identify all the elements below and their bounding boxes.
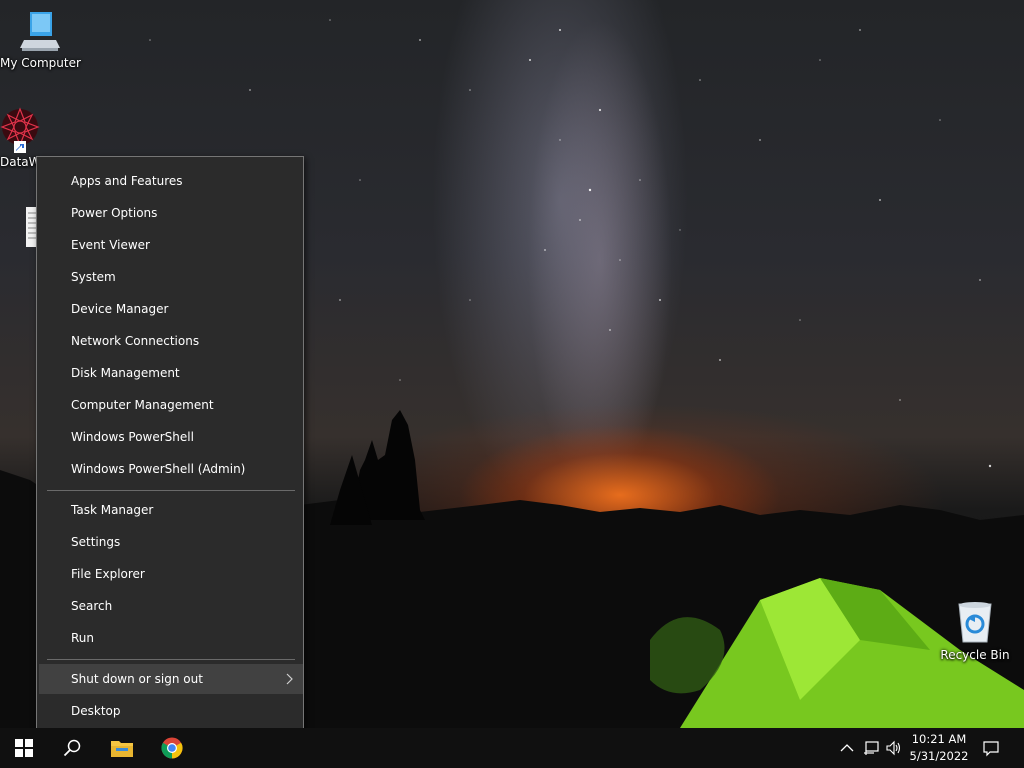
document-icon — [26, 207, 38, 247]
menu-item-apps-and-features[interactable]: Apps and Features — [39, 166, 303, 196]
datawiz-desktop-icon[interactable]: DataW — [0, 107, 40, 169]
menu-item-windows-powershell-admin[interactable]: Windows PowerShell (Admin) — [39, 454, 303, 484]
chrome-taskbar-button[interactable] — [148, 728, 196, 768]
search-button[interactable] — [48, 728, 96, 768]
my-computer-desktop-icon[interactable]: My Computer — [0, 10, 81, 70]
my-computer-label: My Computer — [0, 56, 81, 70]
menu-separator — [47, 490, 295, 491]
menu-item-file-explorer[interactable]: File Explorer — [39, 559, 303, 589]
menu-item-windows-powershell[interactable]: Windows PowerShell — [39, 422, 303, 452]
menu-item-power-options[interactable]: Power Options — [39, 198, 303, 228]
file-explorer-taskbar-button[interactable] — [98, 728, 146, 768]
menu-item-shut-down-label: Shut down or sign out — [71, 672, 203, 686]
chevron-up-icon[interactable] — [838, 739, 856, 757]
menu-item-device-manager[interactable]: Device Manager — [39, 294, 303, 324]
clock-time: 10:21 AM — [911, 732, 967, 746]
menu-item-event-viewer[interactable]: Event Viewer — [39, 230, 303, 260]
menu-item-system[interactable]: System — [39, 262, 303, 292]
recycle-bin-desktop-icon[interactable]: Recycle Bin — [935, 600, 1015, 662]
menu-item-desktop[interactable]: Desktop — [39, 696, 303, 726]
power-user-menu: Apps and Features Power Options Event Vi… — [36, 156, 304, 734]
taskbar-clock[interactable]: 10:21 AM 5/31/2022 — [906, 731, 972, 765]
folder-icon — [111, 741, 133, 757]
menu-item-run[interactable]: Run — [39, 623, 303, 653]
menu-item-disk-management[interactable]: Disk Management — [39, 358, 303, 388]
clock-date: 5/31/2022 — [909, 749, 969, 763]
windows-logo-icon — [15, 739, 33, 757]
menu-item-network-connections[interactable]: Network Connections — [39, 326, 303, 356]
menu-item-search[interactable]: Search — [39, 591, 303, 621]
menu-separator — [47, 659, 295, 660]
datawiz-label: DataW — [0, 155, 40, 169]
start-button[interactable] — [0, 728, 48, 768]
menu-item-computer-management[interactable]: Computer Management — [39, 390, 303, 420]
notification-icon[interactable] — [982, 739, 1000, 757]
search-icon — [63, 739, 81, 757]
volume-icon[interactable] — [885, 739, 903, 757]
recycle-bin-icon — [958, 602, 992, 643]
starburst-app-icon — [0, 107, 40, 153]
menu-item-settings[interactable]: Settings — [39, 527, 303, 557]
computer-icon — [20, 12, 60, 51]
recycle-bin-label: Recycle Bin — [940, 648, 1010, 662]
chevron-right-icon — [286, 673, 293, 685]
network-icon[interactable] — [862, 739, 880, 757]
menu-item-shut-down-or-sign-out[interactable]: Shut down or sign out — [39, 664, 303, 694]
taskbar: 10:21 AM 5/31/2022 — [0, 728, 1024, 768]
chrome-icon — [161, 737, 183, 759]
menu-item-task-manager[interactable]: Task Manager — [39, 495, 303, 525]
